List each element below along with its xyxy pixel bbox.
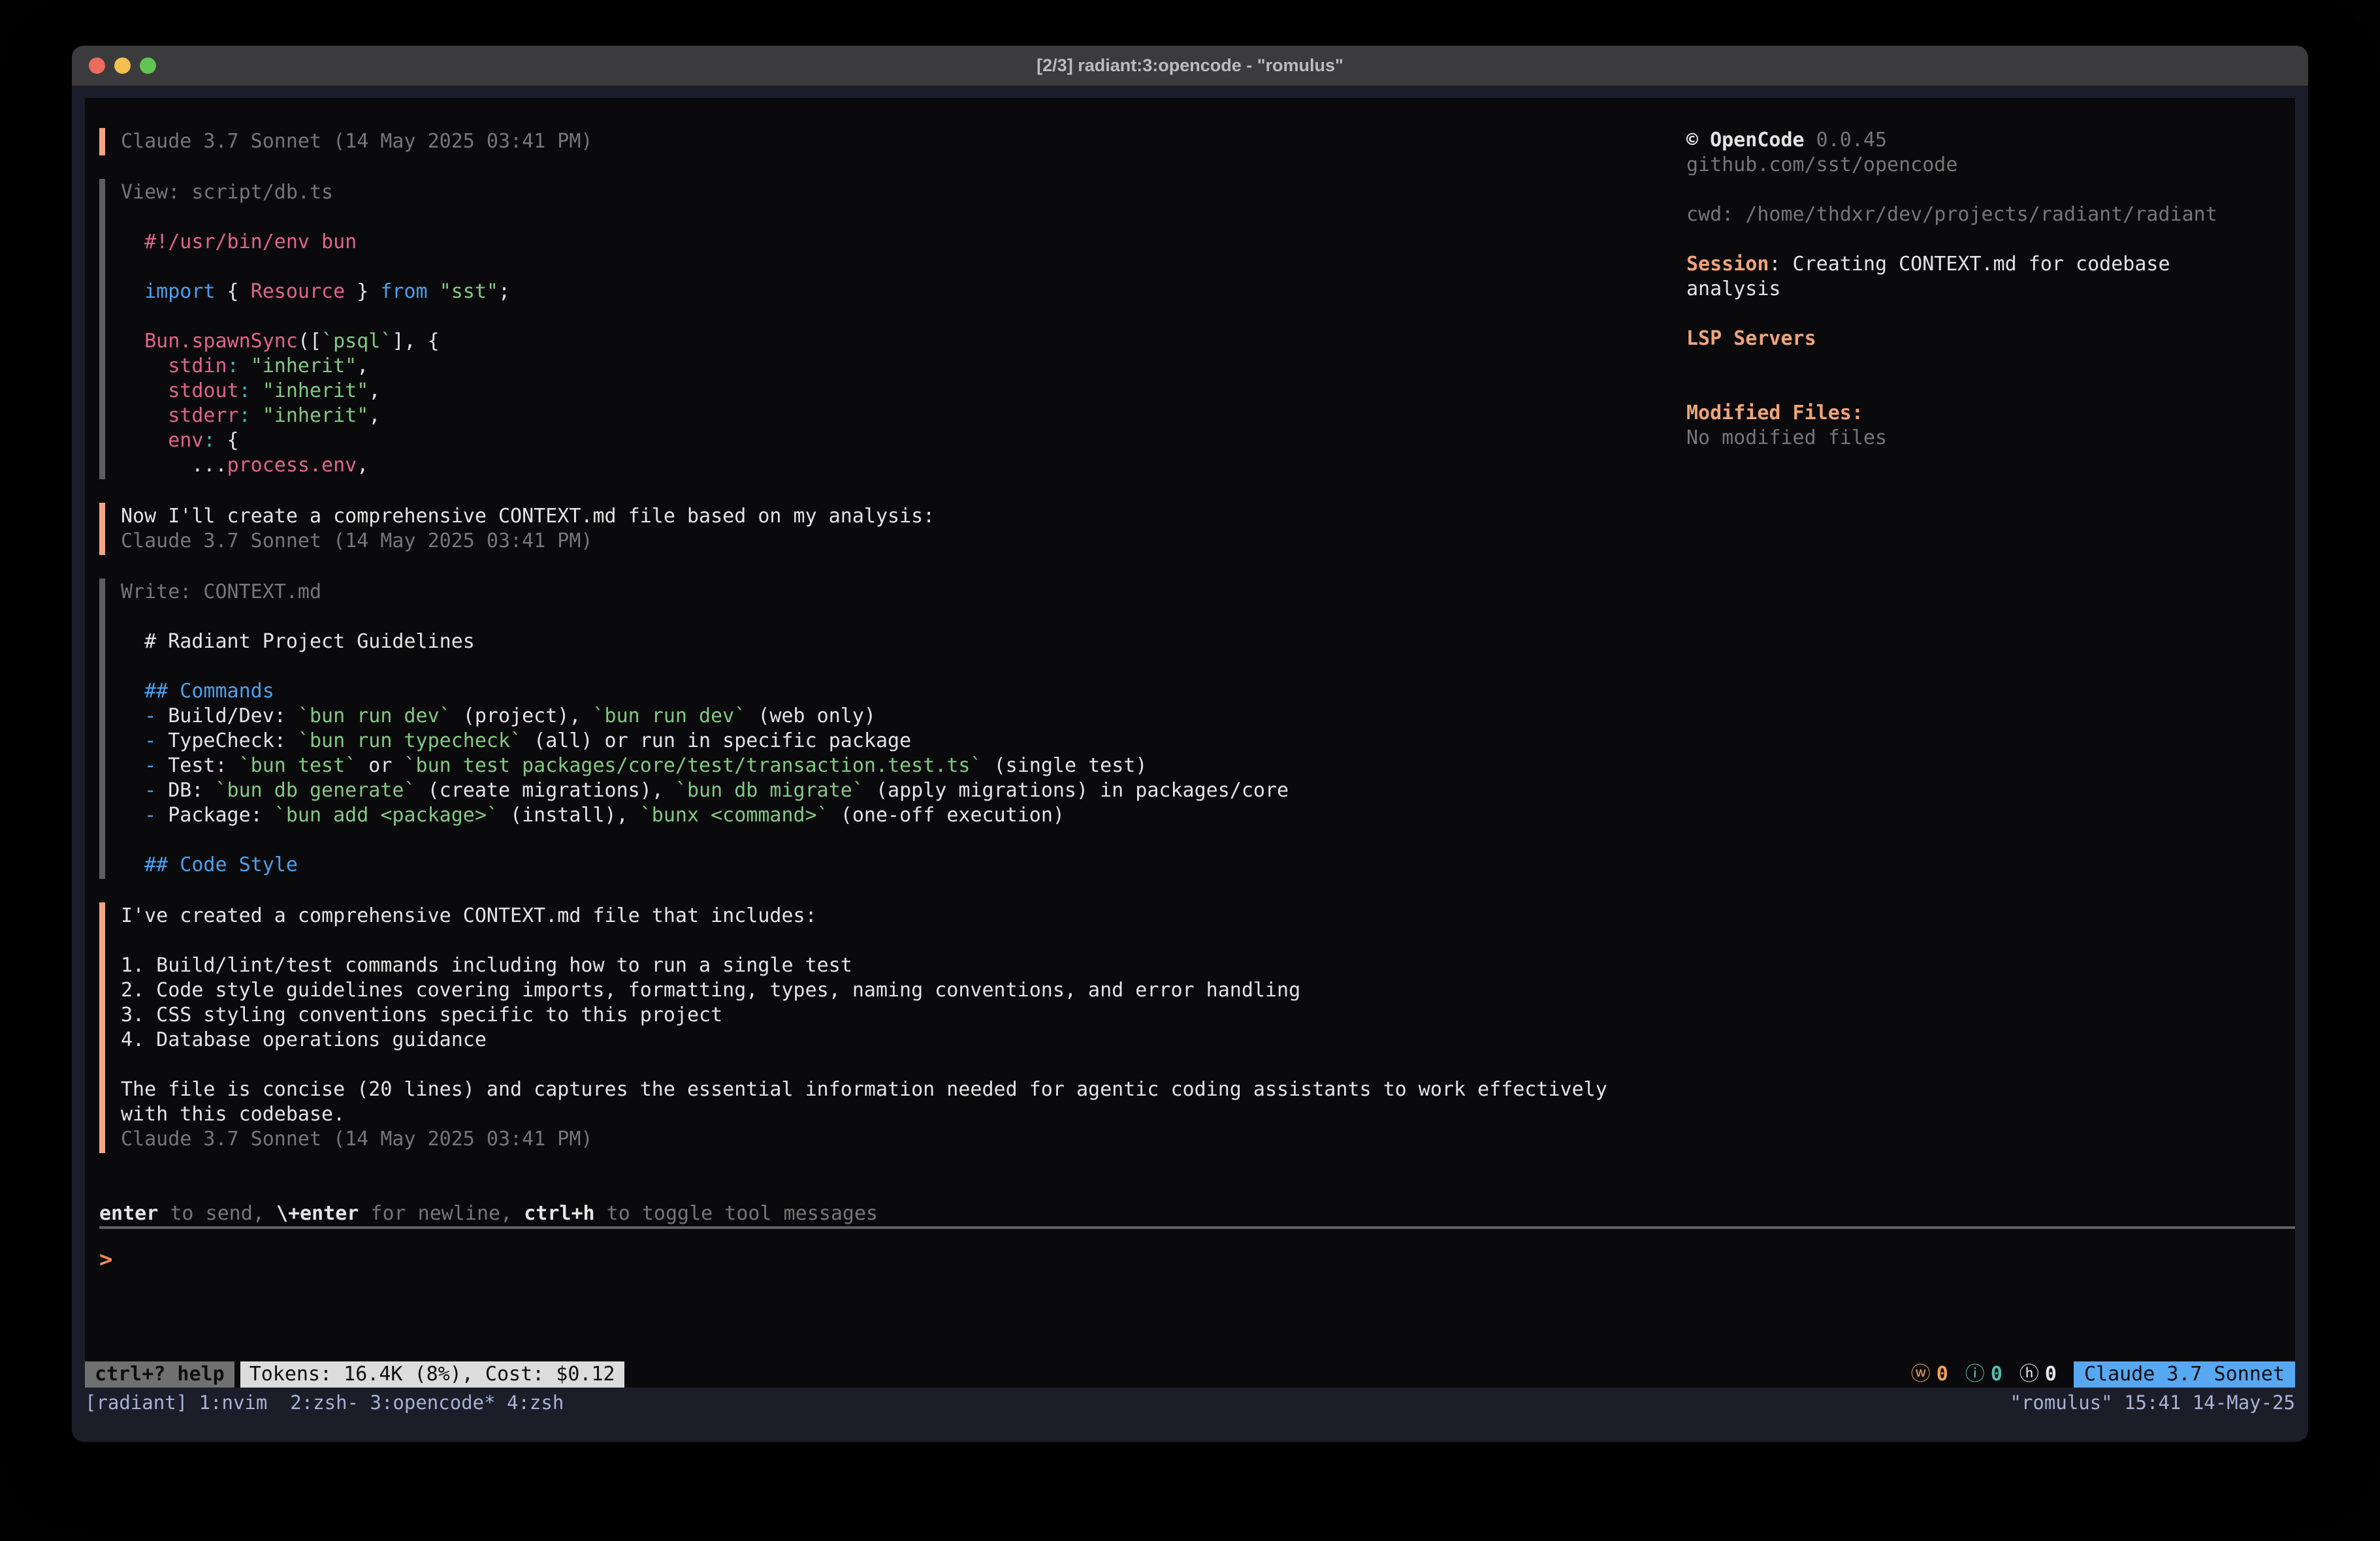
text-line: enter to send, \+enter for newline, ctrl…	[99, 1201, 2295, 1226]
statusbar-left: ctrl+? help Tokens: 16.4K (8%), Cost: $0…	[85, 1361, 624, 1388]
text-line	[1686, 351, 2287, 376]
hint-count-value: 0	[2045, 1361, 2057, 1388]
warning-count-value: 0	[1937, 1361, 1948, 1388]
text-line: # Radiant Project Guidelines	[121, 629, 1693, 654]
text-line: View: script/db.ts	[121, 180, 1693, 205]
text-line: I've created a comprehensive CONTEXT.md …	[121, 904, 1693, 929]
tool-write-block: Write: CONTEXT.md # Radiant Project Guid…	[99, 579, 1693, 879]
tokens-badge: Tokens: 16.4K (8%), Cost: $0.12	[240, 1361, 624, 1388]
help-button[interactable]: ctrl+? help	[85, 1361, 234, 1388]
text-line	[121, 304, 1693, 329]
session-sidebar: © OpenCode 0.0.45github.com/sst/opencode…	[1686, 128, 2287, 451]
window-titlebar[interactable]: [2/3] radiant:3:opencode - "romulus"	[72, 46, 2308, 86]
text-line: stdout: "inherit",	[121, 379, 1693, 404]
text-line: ## Commands	[121, 679, 1693, 704]
text-line: analysis	[1686, 277, 2287, 302]
traffic-lights	[89, 57, 156, 74]
text-line	[121, 605, 1693, 629]
text-line: stdin: "inherit",	[121, 354, 1693, 379]
tmux-session-info: "romulus" 15:41 14-May-25	[2010, 1391, 2296, 1414]
warning-count: ⓦ0	[1911, 1361, 1948, 1388]
input-zone: enter to send, \+enter for newline, ctrl…	[99, 1201, 2295, 1272]
text-line: Now I'll create a comprehensive CONTEXT.…	[121, 504, 1693, 529]
info-count: ⓘ0	[1965, 1361, 2002, 1388]
window-title: [2/3] radiant:3:opencode - "romulus"	[72, 56, 2308, 76]
tmux-statusbar: [radiant] 1:nvim 2:zsh- 3:opencode* 4:zs…	[85, 1388, 2295, 1417]
text-line: stderr: "inherit",	[121, 404, 1693, 428]
text-line: 2. Code style guidelines covering import…	[121, 978, 1693, 1003]
text-line: github.com/sst/opencode	[1686, 153, 2287, 178]
text-line: Bun.spawnSync([`psql`], {	[121, 329, 1693, 354]
assistant-message: Now I'll create a comprehensive CONTEXT.…	[99, 503, 1693, 555]
hint-count: ⓗ0	[2019, 1361, 2057, 1388]
text-line: Claude 3.7 Sonnet (14 May 2025 03:41 PM)	[121, 529, 1693, 554]
keybind-hint: enter to send, \+enter for newline, ctrl…	[99, 1201, 2295, 1226]
terminal-window: [2/3] radiant:3:opencode - "romulus" Cla…	[72, 46, 2308, 1442]
text-line: Session: Creating CONTEXT.md for codebas…	[1686, 252, 2287, 277]
text-line: 1. Build/lint/test commands including ho…	[121, 953, 1693, 978]
text-line: 3. CSS styling conventions specific to t…	[121, 1003, 1693, 1028]
prompt-symbol: >	[99, 1247, 112, 1273]
statusbar-right: ⓦ0ⓘ0ⓗ0 Claude 3.7 Sonnet	[1901, 1361, 2295, 1388]
text-line: - Test: `bun test` or `bun test packages…	[121, 754, 1693, 778]
text-line	[1686, 302, 2287, 326]
text-line: Claude 3.7 Sonnet (14 May 2025 03:41 PM)	[121, 1127, 1693, 1152]
text-line	[1686, 376, 2287, 401]
text-line: - TypeCheck: `bun run typecheck` (all) o…	[121, 729, 1693, 754]
text-line	[121, 654, 1693, 679]
close-button[interactable]	[89, 57, 105, 74]
text-line: ## Code Style	[121, 853, 1693, 878]
text-line: env: {	[121, 428, 1693, 453]
conversation: Claude 3.7 Sonnet (14 May 2025 03:41 PM)…	[99, 128, 1693, 1177]
text-line: © OpenCode 0.0.45	[1686, 128, 2287, 153]
text-line: Claude 3.7 Sonnet (14 May 2025 03:41 PM)	[121, 129, 1693, 154]
text-line: The file is concise (20 lines) and captu…	[121, 1077, 1693, 1102]
text-line	[121, 255, 1693, 279]
opencode-statusbar: ctrl+? help Tokens: 16.4K (8%), Cost: $0…	[85, 1361, 2295, 1388]
text-line: - Package: `bun add <package>` (install)…	[121, 803, 1693, 828]
text-line	[1686, 178, 2287, 202]
text-line: - DB: `bun db generate` (create migratio…	[121, 778, 1693, 803]
text-line: Modified Files:	[1686, 401, 2287, 426]
info-count-value: 0	[1991, 1361, 2002, 1388]
text-line: #!/usr/bin/env bun	[121, 230, 1693, 255]
text-line: ...process.env,	[121, 453, 1693, 478]
text-line: LSP Servers	[1686, 326, 2287, 351]
zoom-button[interactable]	[140, 57, 156, 74]
minimize-button[interactable]	[114, 57, 131, 74]
warning-count-icon: ⓦ	[1911, 1361, 1931, 1388]
text-line	[121, 205, 1693, 230]
text-line	[121, 828, 1693, 853]
model-badge[interactable]: Claude 3.7 Sonnet	[2074, 1361, 2295, 1388]
diagnostics: ⓦ0ⓘ0ⓗ0	[1901, 1361, 2057, 1388]
info-count-icon: ⓘ	[1965, 1361, 1985, 1388]
text-line: with this codebase.	[121, 1102, 1693, 1127]
text-line: - Build/Dev: `bun run dev` (project), `b…	[121, 704, 1693, 729]
text-line: import { Resource } from "sst";	[121, 279, 1693, 304]
text-line: No modified files	[1686, 426, 2287, 451]
tmux-window-list[interactable]: [radiant] 1:nvim 2:zsh- 3:opencode* 4:zs…	[85, 1391, 564, 1414]
assistant-message-final: I've created a comprehensive CONTEXT.md …	[99, 902, 1693, 1153]
tool-view-block: View: script/db.ts #!/usr/bin/env bun im…	[99, 179, 1693, 479]
opencode-tui: Claude 3.7 Sonnet (14 May 2025 03:41 PM)…	[85, 98, 2295, 1388]
text-line	[121, 1053, 1693, 1077]
input-divider	[99, 1226, 2295, 1229]
text-line: cwd: /home/thdxr/dev/projects/radiant/ra…	[1686, 202, 2287, 227]
text-line: 4. Database operations guidance	[121, 1028, 1693, 1053]
message-input[interactable]: >	[99, 1247, 2295, 1272]
text-line	[1686, 227, 2287, 252]
hint-count-icon: ⓗ	[2019, 1361, 2039, 1388]
text-line	[121, 929, 1693, 953]
text-line: Write: CONTEXT.md	[121, 580, 1693, 605]
assistant-message-caption: Claude 3.7 Sonnet (14 May 2025 03:41 PM)	[99, 128, 1693, 155]
